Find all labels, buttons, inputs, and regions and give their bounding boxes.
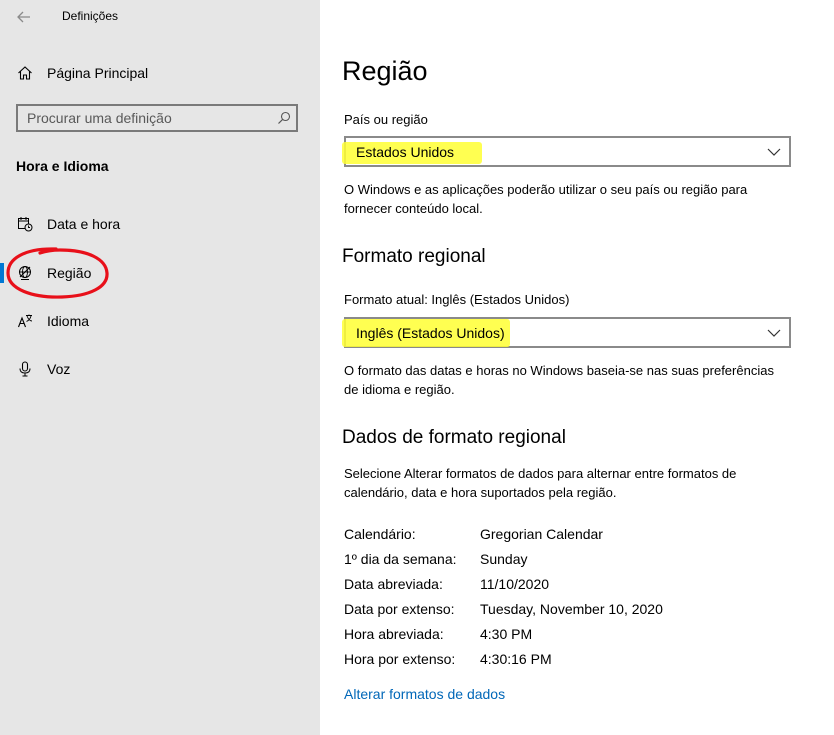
- regional-format-dropdown-value: Inglês (Estados Unidos): [356, 325, 505, 341]
- chevron-down-icon: [767, 148, 781, 156]
- sidebar: Definições Página Principal Hora e Idiom…: [0, 0, 320, 735]
- sidebar-item-label: Data e hora: [47, 216, 121, 232]
- sidebar-item-label: Região: [47, 265, 92, 281]
- country-dropdown[interactable]: Estados Unidos: [342, 136, 791, 167]
- country-dropdown-value: Estados Unidos: [356, 144, 455, 160]
- row-value: Gregorian Calendar: [480, 526, 603, 542]
- search-icon[interactable]: [276, 110, 292, 126]
- home-icon: [16, 64, 34, 82]
- regional-data-description: Selecione Alterar formatos de dados para…: [344, 466, 737, 500]
- back-arrow-icon: [17, 11, 30, 23]
- country-label: País ou região: [344, 112, 428, 127]
- language-icon: [16, 312, 34, 330]
- page-title: Região: [342, 56, 428, 86]
- data-row-calendario: Calendário: Gregorian Calendar: [344, 526, 784, 548]
- sidebar-item-label: Idioma: [47, 313, 90, 329]
- row-key: 1º dia da semana:: [344, 551, 457, 567]
- microphone-icon: [16, 360, 34, 378]
- regional-format-description: O formato das datas e horas no Windows b…: [344, 363, 774, 397]
- row-key: Hora por extenso:: [344, 651, 456, 667]
- chevron-down-icon: [767, 329, 781, 337]
- change-data-formats-link[interactable]: Alterar formatos de dados: [344, 686, 505, 702]
- row-value: Tuesday, November 10, 2020: [480, 601, 663, 617]
- row-value: 4:30:16 PM: [480, 651, 552, 667]
- regional-data-title: Dados de formato regional: [342, 427, 566, 448]
- row-value: 4:30 PM: [480, 626, 533, 642]
- data-row-first-day: 1º dia da semana: Sunday: [344, 551, 784, 573]
- data-row-short-time: Hora abreviada: 4:30 PM: [344, 626, 784, 648]
- row-value: Sunday: [480, 551, 528, 567]
- back-button[interactable]: [12, 6, 36, 28]
- regional-format-dropdown[interactable]: Inglês (Estados Unidos): [342, 317, 791, 348]
- regional-format-title: Formato regional: [342, 246, 486, 267]
- row-key: Calendário:: [344, 526, 416, 542]
- country-description: O Windows e as aplicações poderão utiliz…: [344, 182, 748, 216]
- search-field[interactable]: [16, 104, 298, 132]
- sidebar-item-label: Voz: [47, 361, 71, 377]
- current-format-label: Formato atual: Inglês (Estados Unidos): [344, 292, 570, 307]
- search-input[interactable]: [18, 106, 277, 130]
- sidebar-item-idioma[interactable]: Idioma: [0, 303, 320, 339]
- sidebar-section-heading: Hora e Idioma: [16, 158, 109, 174]
- row-key: Data abreviada:: [344, 576, 443, 592]
- row-key: Data por extenso:: [344, 601, 455, 617]
- data-row-long-time: Hora por extenso: 4:30:16 PM: [344, 651, 784, 673]
- calendar-clock-icon: [16, 215, 34, 233]
- sidebar-item-home[interactable]: Página Principal: [0, 55, 320, 91]
- globe-icon: [16, 264, 34, 282]
- row-value: 11/10/2020: [480, 576, 550, 592]
- sidebar-item-data-e-hora[interactable]: Data e hora: [0, 206, 320, 242]
- data-row-long-date: Data por extenso: Tuesday, November 10, …: [344, 601, 784, 623]
- row-key: Hora abreviada:: [344, 626, 444, 642]
- sidebar-item-voz[interactable]: Voz: [0, 351, 320, 387]
- sidebar-item-regiao[interactable]: Região: [0, 255, 320, 291]
- app-title: Definições: [62, 9, 119, 23]
- main-content: Região País ou região Estados Unidos O W…: [320, 0, 834, 735]
- sidebar-item-label: Página Principal: [47, 65, 149, 81]
- data-row-short-date: Data abreviada: 11/10/2020: [344, 576, 784, 598]
